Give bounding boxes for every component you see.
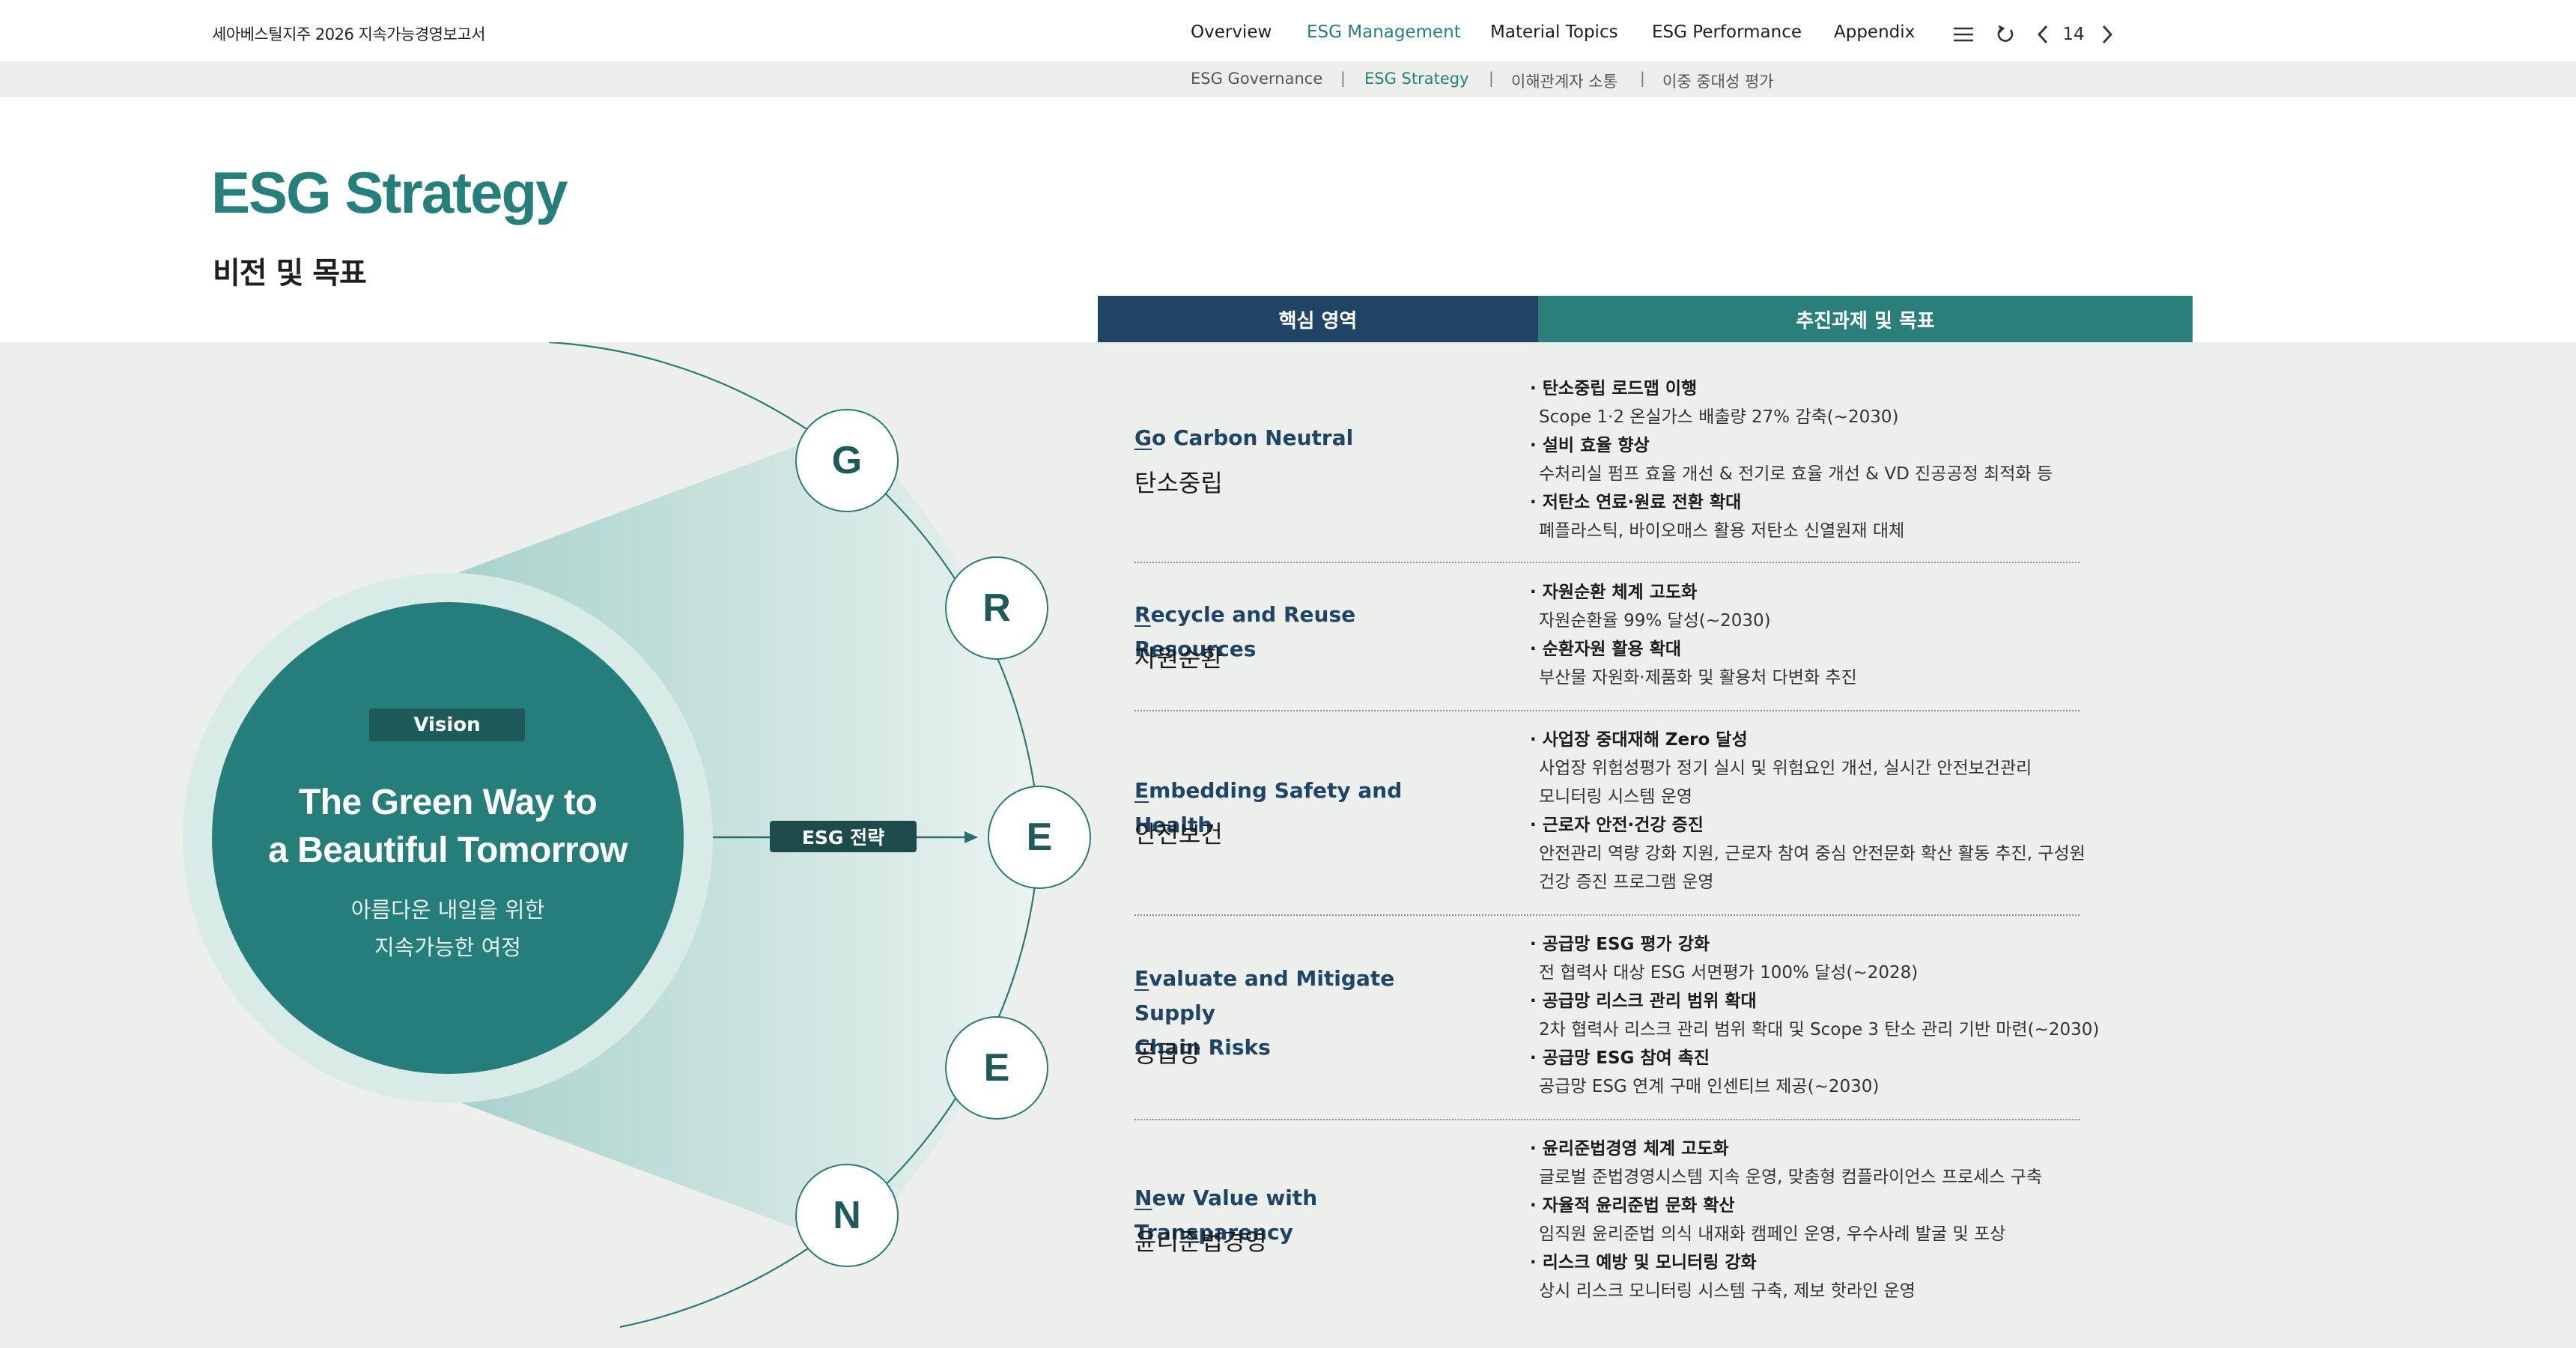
area-name-kr: 탄소중립 [1134,469,1223,497]
vision-line-2: a Beautiful Tomorrow [268,831,628,870]
area-initial: R [1134,602,1151,627]
strategy-row-transparency: New Value with Transparency 윤리준법경영 · 윤리준… [1134,1135,2080,1322]
strategy-row-resources: Recycle and Reuse Resources 자원순환 · 자원순환 … [1134,578,2080,709]
esg-strategy-tag: ESG 전략 [770,821,917,852]
task-desc: 자원순환율 99% 달성(~2030) [1539,611,1771,631]
task-desc: 사업장 위험성평가 정기 실시 및 위험요인 개선, 실시간 안전보건관리 [1539,759,2032,778]
task-title: · 설비 효율 향상 [1530,436,1650,455]
task-desc: 글로벌 준법경영시스템 지속 운영, 맞춤형 컴플라이언스 프로세스 구축 [1539,1168,2043,1187]
next-page-icon[interactable] [2094,19,2121,49]
strategy-row-supply-chain: Evaluate and Mitigate Supply Chain Risks … [1134,930,2099,1117]
nav-esg-management[interactable]: ESG Management [1307,22,1461,42]
sub-nav: ESG Governance | ESG Strategy | 이해관계자 소통… [0,61,2576,97]
column-header-core: 핵심 영역 [1098,296,1538,342]
task-title: · 근로자 안전·건강 증진 [1530,816,1704,835]
nav-appendix[interactable]: Appendix [1834,22,1915,42]
task-list: · 자원순환 체계 고도화 자원순환율 99% 달성(~2030) · 순환자원… [1530,578,2084,692]
refresh-icon[interactable] [1992,19,2019,49]
area-initial: N [1134,1185,1152,1210]
task-desc: 임직원 윤리준법 의식 내재화 캠페인 운영, 우수사례 발굴 및 포상 [1539,1224,2006,1244]
area-name-en: Go Carbon Neutral [1134,421,1464,455]
area-name-kr: 자원순환 [1134,644,1223,673]
subnav-esg-strategy[interactable]: ESG Strategy [1364,70,1469,88]
subnav-esg-governance[interactable]: ESG Governance [1191,70,1322,88]
menu-icon[interactable] [1950,19,1977,49]
task-desc: 부산물 자원화·제품화 및 활용처 다변화 추진 [1539,668,1857,687]
strategy-row-safety: Embedding Safety and Health 안전보건 · 사업장 중… [1134,726,2086,913]
area-name-kr: 안전보건 [1134,820,1223,848]
area-initial: E [1134,966,1149,991]
vision-kr-1: 아름다운 내일을 위한 [350,897,545,923]
column-header-tasks: 추진과제 및 목표 [1538,296,2193,342]
top-header: 세아베스틸지주 2026 지속가능경영보고서 Overview ESG Mana… [0,0,2576,61]
task-desc: Scope 1·2 온실가스 배출량 27% 감축(~2030) [1539,407,1899,427]
task-title: · 리스크 예방 및 모니터링 강화 [1530,1253,1757,1272]
row-divider [1134,914,2080,916]
row-divider [1134,1119,2080,1120]
row-divider [1134,562,2080,563]
page-number: 14 [2062,25,2085,44]
task-title: · 순환자원 활용 확대 [1530,640,1682,659]
task-desc: 모니터링 시스템 운영 [1539,787,1693,807]
area-initial: G [1134,425,1152,450]
task-desc: 2차 협력사 리스크 관리 범위 확대 및 Scope 3 탄소 관리 기반 마… [1539,1020,2100,1039]
task-desc: 수처리실 펌프 효율 개선 & 전기로 효율 개선 & VD 진공공정 최적화 … [1539,464,2053,484]
area-name-line: o Carbon Neutral [1151,425,1354,450]
area-initial: E [1134,778,1149,803]
main-nav: Overview ESG Management Material Topics … [0,22,2576,45]
row-divider [1134,710,2080,711]
task-title: · 저탄소 연료·원료 전환 확대 [1530,493,1742,512]
vision-line-1: The Green Way to [298,783,598,822]
task-title: · 자율적 윤리준법 문화 확산 [1530,1196,1735,1215]
task-list: · 사업장 중대재해 Zero 달성 사업장 위험성평가 정기 실시 및 위험요… [1530,726,2086,896]
task-title: · 공급망 ESG 참여 촉진 [1530,1048,1710,1068]
task-desc: 건강 증진 프로그램 운영 [1539,872,1714,892]
nav-esg-performance[interactable]: ESG Performance [1652,22,1802,42]
vision-kr-2: 지속가능한 여정 [374,935,521,960]
task-title: · 탄소중립 로드맵 이행 [1530,379,1698,398]
task-list: · 윤리준법경영 체계 고도화 글로벌 준법경영시스템 지속 운영, 맞춤형 컴… [1530,1135,2084,1305]
letter-node-g: G [795,409,899,512]
subnav-separator: | [1640,69,1645,87]
strategy-row-carbon: Go Carbon Neutral 탄소중립 · 탄소중립 로드맵 이행 Sco… [1134,374,2080,562]
letter-node-e1: E [988,786,1091,889]
task-desc: 안전관리 역량 강화 지원, 근로자 참여 중심 안전문화 확산 활동 추진, … [1539,844,2086,863]
page-subtitle: 비전 및 목표 [213,256,367,291]
area-name-line: valuate and Mitigate Supply [1134,966,1395,1025]
page-title: ESG Strategy [211,160,568,225]
task-title: · 공급망 ESG 평가 강화 [1530,935,1710,954]
subnav-separator: | [1340,69,1346,87]
vision-circle: Vision The Green Way to a Beautiful Tomo… [212,602,684,1074]
prev-page-icon[interactable] [2029,19,2056,49]
task-title: · 윤리준법경영 체계 고도화 [1530,1139,1729,1159]
nav-material-topics[interactable]: Material Topics [1490,22,1618,42]
task-list: · 탄소중립 로드맵 이행 Scope 1·2 온실가스 배출량 27% 감축(… [1530,374,2084,545]
area-name-kr: 공급망 [1134,1039,1201,1068]
task-desc: 폐플라스틱, 바이오매스 활용 저탄소 신열원재 대체 [1539,521,1905,541]
task-title: · 사업장 중대재해 Zero 달성 [1530,730,1748,750]
letter-node-e2: E [945,1016,1048,1120]
task-desc: 상시 리스크 모니터링 시스템 구축, 제보 핫라인 운영 [1539,1281,1916,1301]
subnav-stakeholder[interactable]: 이해관계자 소통 [1511,70,1617,92]
area-name-kr: 윤리준법경영 [1134,1227,1267,1256]
task-title: · 공급망 리스크 관리 범위 확대 [1530,992,1757,1011]
vision-tag: Vision [369,708,525,741]
task-list: · 공급망 ESG 평가 강화 전 협력사 대상 ESG 서면평가 100% 달… [1530,930,2100,1101]
task-desc: 공급망 ESG 연계 구매 인센티브 제공(~2030) [1539,1077,1880,1096]
task-title: · 자원순환 체계 고도화 [1530,583,1698,602]
letter-node-n: N [795,1164,899,1267]
nav-overview[interactable]: Overview [1191,22,1272,42]
letter-node-r: R [945,556,1048,660]
subnav-separator: | [1489,69,1494,87]
subnav-double-materiality[interactable]: 이중 중대성 평가 [1662,70,1774,92]
task-desc: 전 협력사 대상 ESG 서면평가 100% 달성(~2028) [1539,963,1919,983]
